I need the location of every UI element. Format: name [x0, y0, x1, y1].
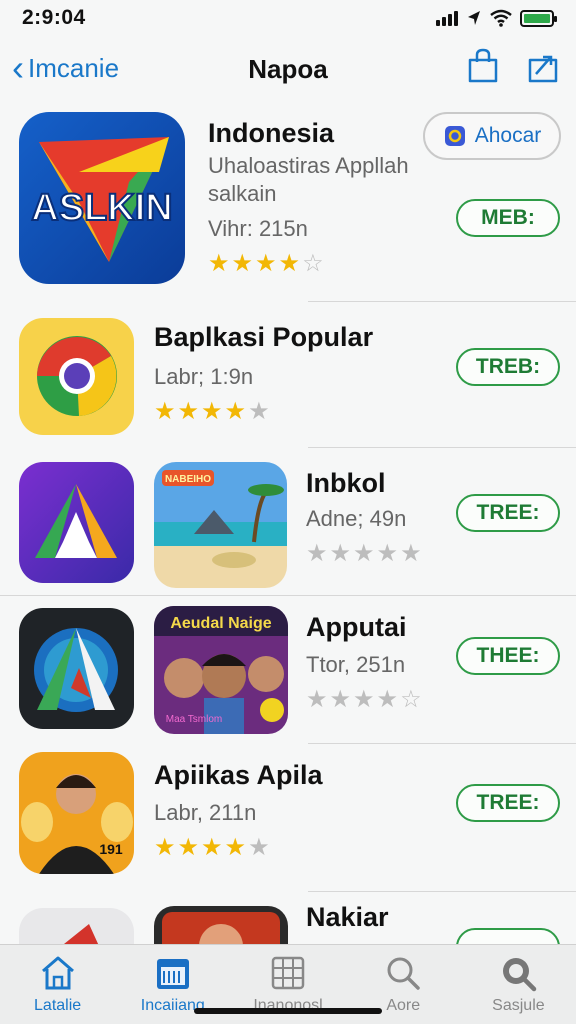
action-button-label: Ahocar	[474, 124, 542, 147]
tab-latalie[interactable]: Latalie	[0, 945, 115, 1024]
share-icon[interactable]	[526, 48, 560, 84]
star-rating: ★ ★ ★ ★ ★	[306, 540, 422, 567]
tab-sasjule[interactable]: Sasjule	[461, 945, 576, 1024]
app-icon: 191	[19, 752, 134, 874]
tab-label: Aore	[386, 997, 421, 1014]
get-button[interactable]: MEB:	[456, 199, 560, 237]
app-icon	[19, 318, 134, 435]
app-thumbnail: NABEIHO	[154, 462, 287, 588]
star-rating: ★ ★ ★ ★ ☆	[208, 250, 324, 277]
list-item[interactable]: 191 Apiikas Apila Labr, 211n ★ ★ ★ ★ ★ TREE:	[0, 744, 576, 892]
thumbnail-text: NABEIHO	[165, 474, 211, 485]
bag-icon[interactable]	[466, 48, 500, 84]
search-filled-icon	[503, 958, 537, 992]
grid-icon	[271, 956, 305, 990]
thumbnail-caption: Maa Tsmlom	[166, 714, 223, 725]
tab-label: Latalie	[34, 997, 82, 1014]
status-bar: 2:9:04	[0, 0, 576, 36]
calendar-icon	[156, 959, 189, 989]
list-item[interactable]: Baplkasi Popular Labr; 1:9n ★ ★ ★ ★ ★ TREB:	[0, 302, 576, 448]
app-list: ASLKIN Indonesia Uhaloastiras Appllah sa…	[0, 100, 576, 988]
star-rating: ★ ★ ★ ★ ☆	[306, 686, 422, 713]
search-icon	[387, 957, 420, 990]
get-button[interactable]: TREE:	[456, 784, 560, 822]
app-name: Apiikas Apila	[154, 760, 323, 790]
battery-icon	[520, 9, 557, 27]
app-meta: Ttor, 251n	[306, 652, 406, 677]
signal-icon	[436, 10, 458, 26]
app-badge-icon	[444, 126, 465, 146]
app-meta: Labr; 1:9n	[154, 364, 254, 389]
status-time: 2:9:04	[22, 6, 86, 29]
app-thumbnail: Aeudal Naige Maa Tsmlom	[154, 606, 288, 734]
home-icon	[41, 956, 74, 990]
status-icons	[436, 9, 557, 27]
app-subtitle: Uhaloastiras Appllah salkain	[208, 153, 409, 206]
app-icon	[19, 462, 134, 583]
list-item[interactable]: ASLKIN Indonesia Uhaloastiras Appllah sa…	[0, 100, 576, 302]
tab-label: Sasjule	[492, 997, 545, 1014]
star-rating: ★ ★ ★ ★ ★	[154, 834, 270, 861]
app-icon	[19, 608, 134, 729]
thumbnail-title: Aeudal Naige	[170, 615, 271, 632]
app-icon: ASLKIN	[19, 112, 185, 284]
app-name: Apputai	[306, 612, 407, 642]
home-indicator	[194, 1008, 382, 1014]
location-icon	[468, 11, 480, 25]
nav-bar: ‹ Imcanie Napoa	[0, 42, 576, 96]
get-button[interactable]: THEE:	[456, 637, 560, 675]
wifi-icon	[490, 9, 512, 27]
app-name: Inbkol	[306, 468, 386, 498]
app-name: Baplkasi Popular	[154, 322, 374, 352]
app-icon-text: ASLKIN	[31, 187, 172, 229]
app-meta: Adne; 49n	[306, 506, 407, 531]
list-item[interactable]: Aeudal Naige Maa Tsmlom Apputai Ttor, 25…	[0, 596, 576, 744]
app-meta: Labr, 211n	[154, 800, 257, 825]
app-name: Nakiar	[306, 902, 389, 932]
icon-number: 191	[99, 841, 123, 857]
star-rating: ★ ★ ★ ★ ★	[154, 398, 270, 425]
action-button[interactable]: Ahocar	[423, 112, 561, 160]
app-name: Indonesia	[208, 118, 335, 148]
list-item[interactable]: Nakiar	[0, 892, 576, 988]
get-button[interactable]: TREE:	[456, 494, 560, 532]
app-meta: Vihr: 215n	[208, 216, 308, 241]
list-item[interactable]: NABEIHO Inbkol Adne; 49n ★ ★ ★ ★ ★ TREE:	[0, 448, 576, 596]
get-button[interactable]: TREB:	[456, 348, 560, 386]
